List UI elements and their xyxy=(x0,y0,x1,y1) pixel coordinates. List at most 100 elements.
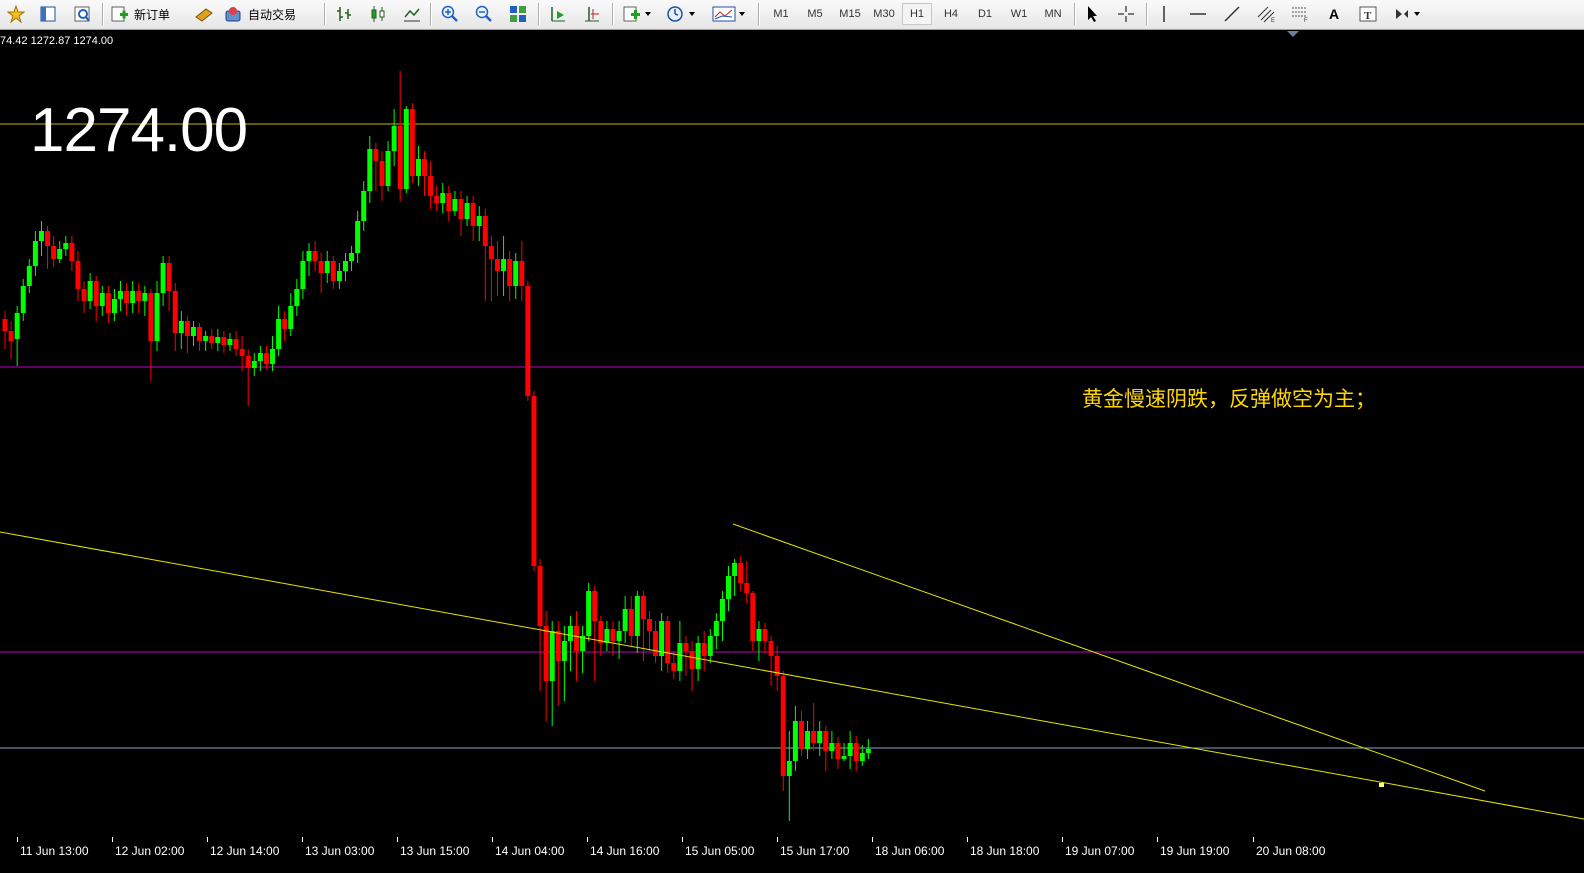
candle-body xyxy=(294,289,300,306)
candle-body xyxy=(263,353,269,364)
candle-body xyxy=(689,651,695,669)
candlestick-chart-icon[interactable] xyxy=(366,3,390,25)
bar-chart-icon[interactable] xyxy=(332,3,356,25)
timeframe-m30-button[interactable]: M30 xyxy=(868,3,900,25)
candle-body xyxy=(276,319,282,349)
fibonacci-icon[interactable]: F xyxy=(1288,3,1312,25)
new-order-icon xyxy=(111,6,128,22)
crosshair-icon[interactable] xyxy=(1114,3,1138,25)
candle-body xyxy=(555,631,561,661)
timeframe-m5-button[interactable]: M5 xyxy=(800,3,830,25)
time-axis-tick xyxy=(397,837,398,842)
timeframe-mn-button[interactable]: MN xyxy=(1038,3,1068,25)
candle-body xyxy=(805,731,811,749)
line-chart-icon[interactable] xyxy=(400,3,424,25)
tile-windows-icon[interactable] xyxy=(506,3,530,25)
new-order-label: 新订单 xyxy=(134,7,171,22)
auto-trading-button[interactable]: 自动交易 xyxy=(224,3,316,25)
candle-body xyxy=(391,126,397,151)
data-window-icon[interactable] xyxy=(70,3,94,25)
candle-body xyxy=(507,259,513,286)
meta-editor-icon[interactable] xyxy=(192,3,216,25)
market-watch-icon[interactable] xyxy=(36,3,60,25)
candle-body xyxy=(422,159,428,176)
time-axis-label: 14 Jun 16:00 xyxy=(590,844,660,858)
candle-body xyxy=(622,609,628,631)
time-axis-tick xyxy=(1157,837,1158,842)
new-order-button[interactable]: 新订单 xyxy=(110,3,190,25)
candle-body xyxy=(373,149,379,161)
candle-body xyxy=(136,291,142,301)
candle-body xyxy=(835,743,841,759)
candle-body xyxy=(324,261,330,273)
cursor-icon[interactable] xyxy=(1080,3,1104,25)
timeframe-m1-button[interactable]: M1 xyxy=(766,3,796,25)
candle-body xyxy=(501,259,507,271)
candle-body xyxy=(610,629,616,641)
time-axis-label: 19 Jun 07:00 xyxy=(1065,844,1135,858)
trendline-anchor-point xyxy=(1379,783,1384,787)
arrows-dropdown-button[interactable] xyxy=(1390,3,1426,25)
periodicity-button[interactable] xyxy=(664,3,700,25)
candle-body xyxy=(215,337,221,343)
candle-body xyxy=(713,621,719,636)
candle-body xyxy=(81,289,87,301)
profiles-icon[interactable] xyxy=(4,3,28,25)
text-tool-button[interactable]: A xyxy=(1322,3,1346,25)
candle-body xyxy=(446,193,452,211)
timeframe-d1-button[interactable]: D1 xyxy=(970,3,1000,25)
analysis-annotation[interactable]: 黄金慢速阴跌，反弹做空为主； xyxy=(1082,383,1376,413)
timeframe-m15-button[interactable]: M15 xyxy=(834,3,866,25)
equidistant-channel-icon[interactable]: E xyxy=(1254,3,1278,25)
candle-body xyxy=(476,216,482,226)
candle-body xyxy=(2,319,8,331)
templates-button[interactable] xyxy=(710,3,750,25)
auto-scroll-icon[interactable] xyxy=(546,3,570,25)
svg-text:T: T xyxy=(1364,10,1372,22)
candle-body xyxy=(312,251,318,261)
zoom-out-icon[interactable] xyxy=(472,3,496,25)
chart-shift-icon[interactable] xyxy=(580,3,604,25)
indicators-button[interactable] xyxy=(620,3,656,25)
candle-body xyxy=(549,631,555,681)
trendline-icon[interactable] xyxy=(1220,3,1244,25)
candle-body xyxy=(38,231,44,241)
candle-body xyxy=(726,576,732,599)
ohlc-readout: 74.42 1272.87 1274.00 xyxy=(0,35,114,47)
timeframe-h1-button[interactable]: H1 xyxy=(902,3,932,25)
candle-body xyxy=(288,306,294,329)
candle-body xyxy=(99,293,105,306)
text-label-icon[interactable]: T xyxy=(1356,3,1380,25)
time-axis-label: 13 Jun 15:00 xyxy=(400,844,470,858)
timeframe-w1-button[interactable]: W1 xyxy=(1004,3,1034,25)
vertical-line-icon[interactable] xyxy=(1152,3,1176,25)
timeframe-h4-button[interactable]: H4 xyxy=(936,3,966,25)
candle-body xyxy=(665,621,671,663)
candle-body xyxy=(537,566,543,626)
candle-body xyxy=(762,629,768,641)
candle-body xyxy=(190,327,196,336)
candle-body xyxy=(403,109,409,189)
horizontal-line-icon[interactable] xyxy=(1186,3,1210,25)
candle-body xyxy=(239,349,245,356)
candle-body xyxy=(178,321,184,333)
candle-body xyxy=(811,731,817,743)
time-axis-label: 19 Jun 19:00 xyxy=(1160,844,1230,858)
candle-body xyxy=(434,196,440,203)
candle-body xyxy=(385,151,391,186)
time-axis: 11 Jun 13:00 12 Jun 02:00 12 Jun 14:00 13 J… xyxy=(0,837,1584,873)
candle-body xyxy=(659,621,665,656)
candle-body xyxy=(124,291,130,303)
candle-body xyxy=(677,643,683,671)
candle-body xyxy=(233,339,239,349)
candle-body xyxy=(45,231,51,246)
svg-text:F: F xyxy=(1304,18,1308,23)
candle-body xyxy=(786,761,792,776)
price-chart[interactable]: 74.42 1272.87 1274.00 1274.00 黄金慢速阴跌，反弹做… xyxy=(0,31,1584,837)
candle-body xyxy=(184,321,190,336)
candle-body xyxy=(519,261,525,286)
candle-body xyxy=(440,193,446,203)
chart-shift-marker[interactable] xyxy=(1287,31,1299,37)
candle-body xyxy=(829,743,835,751)
zoom-in-icon[interactable] xyxy=(438,3,462,25)
